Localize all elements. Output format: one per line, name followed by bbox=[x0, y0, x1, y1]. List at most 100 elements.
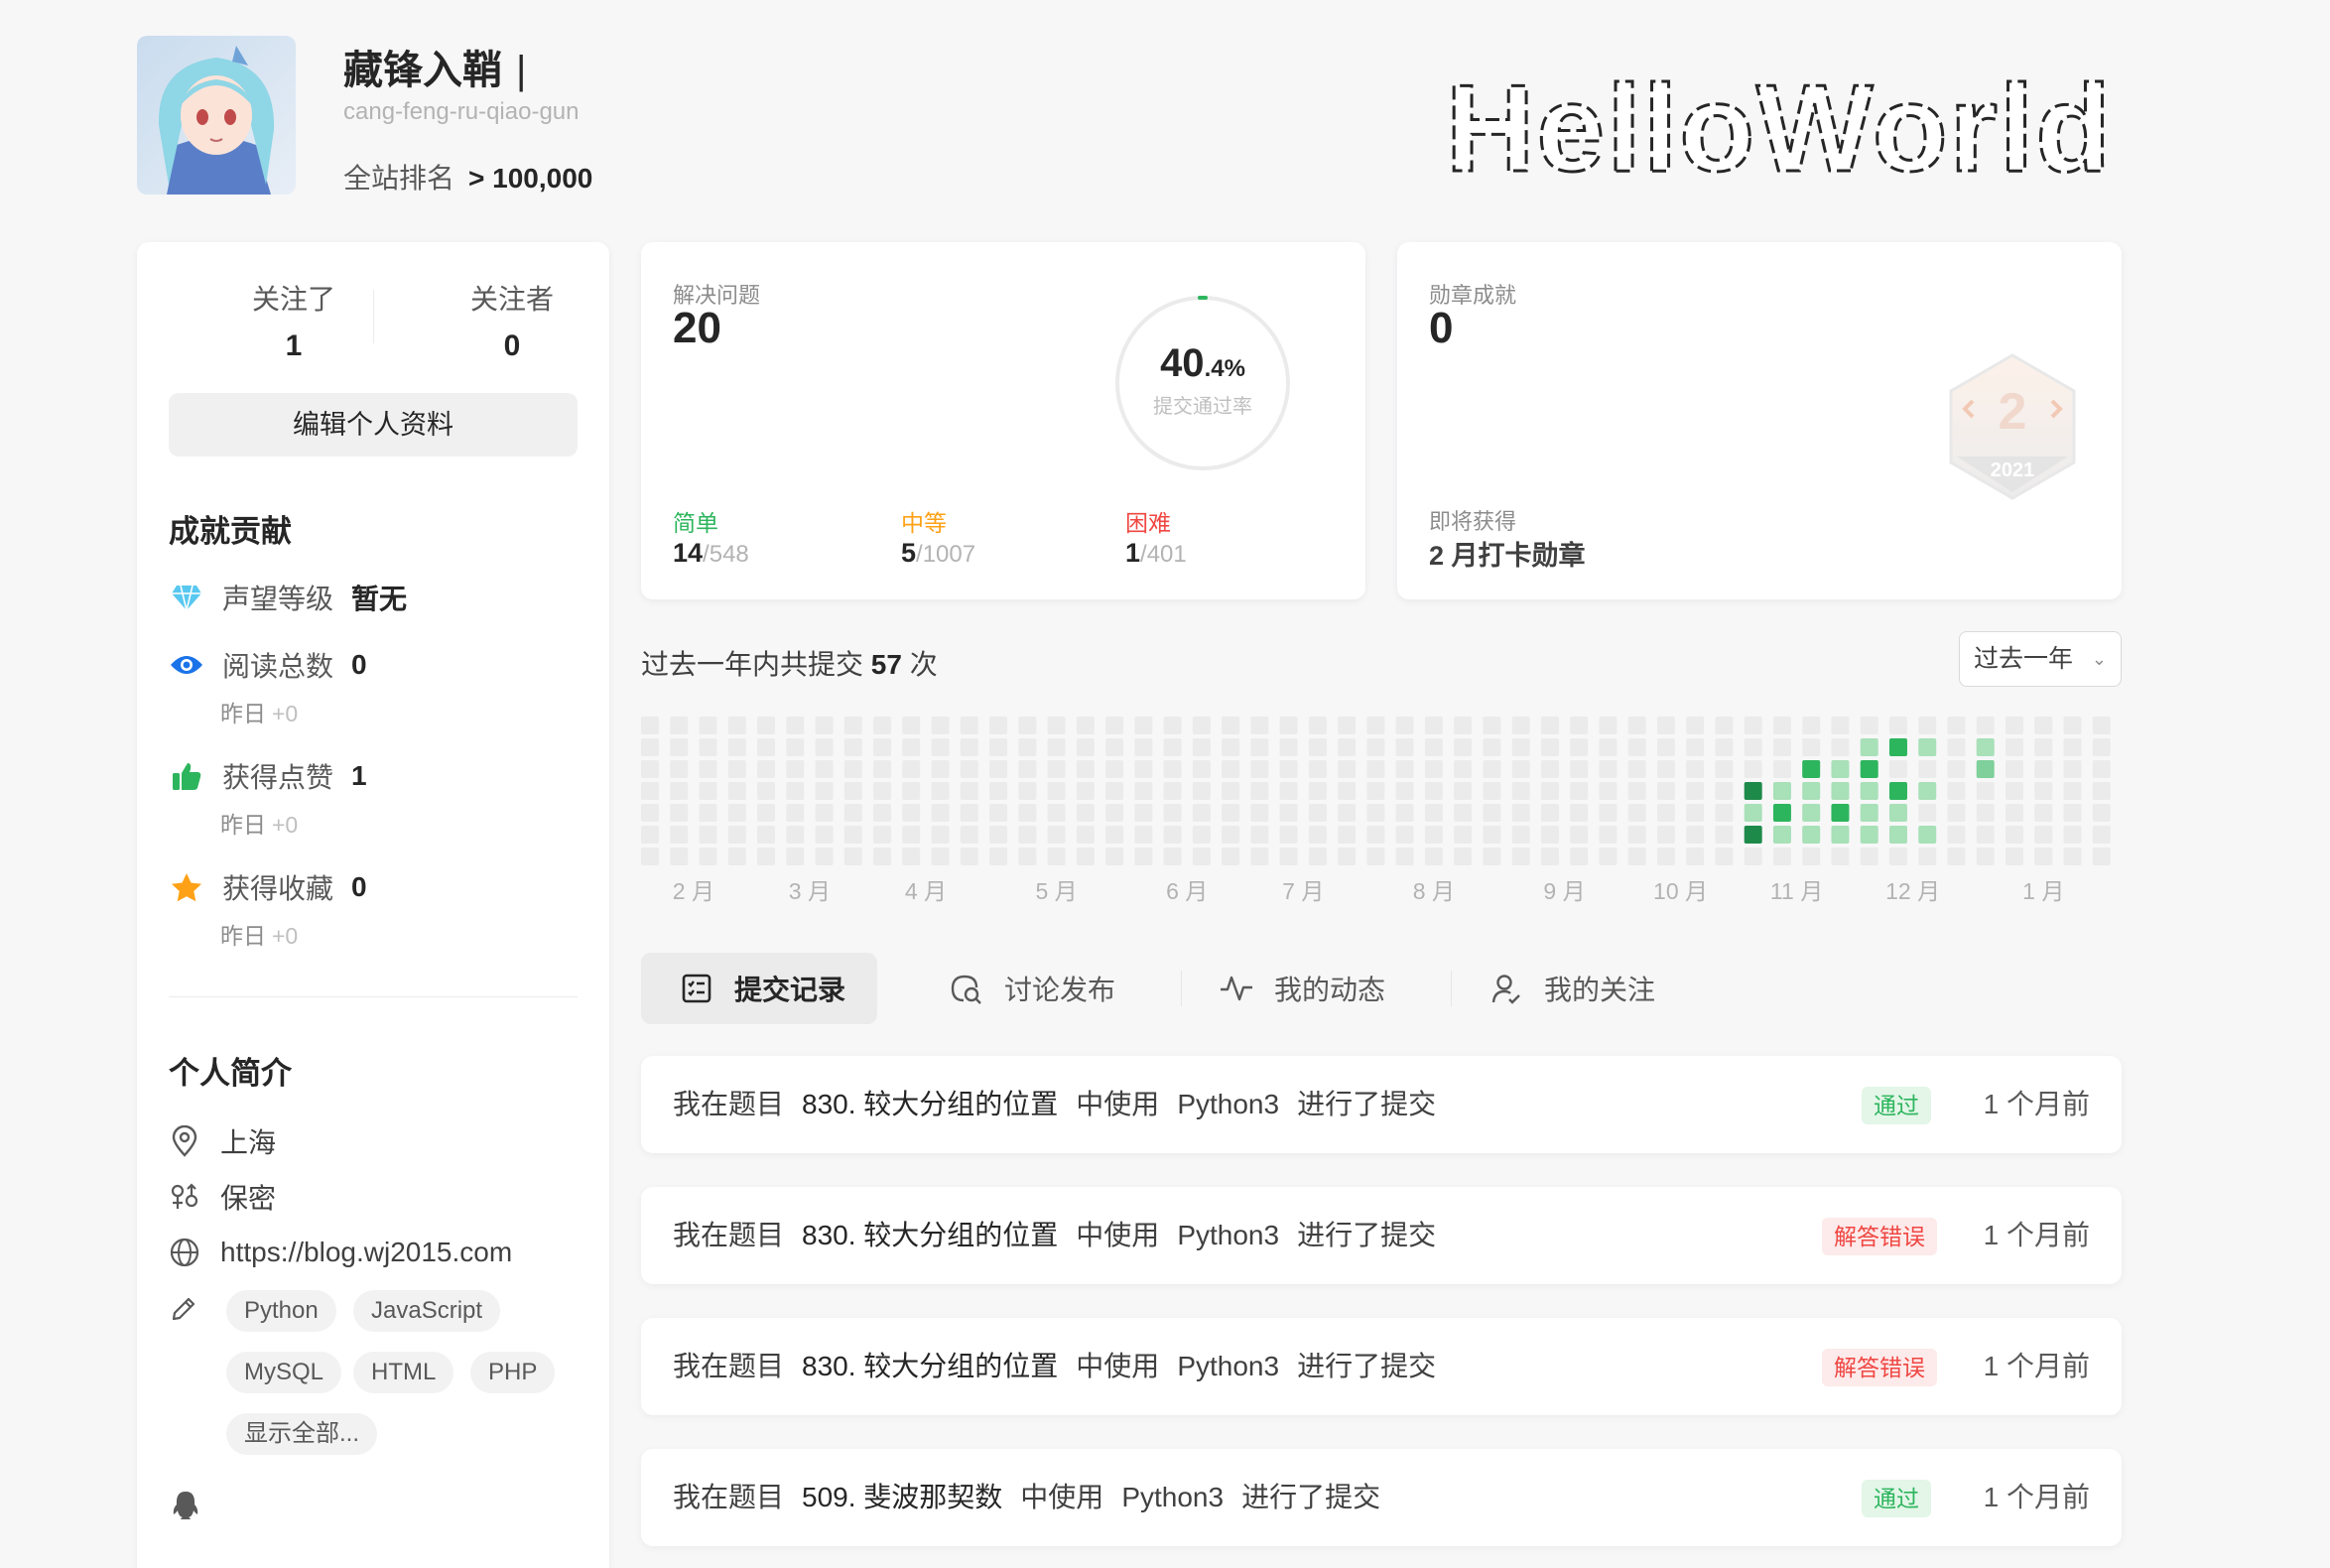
heatmap-cell[interactable] bbox=[1076, 804, 1095, 822]
heatmap-cell[interactable] bbox=[1018, 848, 1037, 865]
heatmap-cell[interactable] bbox=[1656, 738, 1675, 756]
heatmap-cell[interactable] bbox=[1424, 848, 1443, 865]
heatmap-cell[interactable] bbox=[1192, 717, 1211, 734]
heatmap-cell[interactable] bbox=[1918, 782, 1937, 800]
heatmap-cell[interactable] bbox=[1134, 804, 1153, 822]
heatmap-cell[interactable] bbox=[2092, 738, 2111, 756]
heatmap-cell[interactable] bbox=[1105, 782, 1124, 800]
heatmap-cell[interactable] bbox=[1279, 760, 1298, 778]
heatmap-cell[interactable] bbox=[960, 804, 978, 822]
heatmap-cell[interactable] bbox=[1627, 848, 1646, 865]
heatmap-cell[interactable] bbox=[1511, 848, 1530, 865]
heatmap-cell[interactable] bbox=[1570, 804, 1589, 822]
problem-link[interactable]: 509. 斐波那契数 bbox=[802, 1482, 1002, 1512]
heatmap-cell[interactable] bbox=[1424, 826, 1443, 844]
heatmap-cell[interactable] bbox=[1918, 717, 1937, 734]
heatmap-cell[interactable] bbox=[1976, 848, 1995, 865]
heatmap-cell[interactable] bbox=[1222, 717, 1240, 734]
heatmap-cell[interactable] bbox=[1338, 717, 1357, 734]
heatmap-cell[interactable] bbox=[902, 738, 921, 756]
heatmap-cell[interactable] bbox=[1308, 717, 1327, 734]
heatmap-cell[interactable] bbox=[1163, 804, 1182, 822]
heatmap-cell[interactable] bbox=[1860, 826, 1878, 844]
heatmap-cell[interactable] bbox=[1540, 760, 1559, 778]
submission-row[interactable]: 我在题目 830. 较大分组的位置 中使用 Python3 进行了提交 解答错误 1 个… bbox=[641, 1187, 2122, 1284]
heatmap-cell[interactable] bbox=[1831, 804, 1850, 822]
heatmap-cell[interactable] bbox=[1454, 826, 1473, 844]
heatmap-cell[interactable] bbox=[2063, 848, 2082, 865]
heatmap-cell[interactable] bbox=[1018, 760, 1037, 778]
heatmap-cell[interactable] bbox=[1715, 738, 1734, 756]
heatmap-cell[interactable] bbox=[1947, 848, 1966, 865]
heatmap-cell[interactable] bbox=[1715, 826, 1734, 844]
heatmap-cell[interactable] bbox=[1222, 738, 1240, 756]
heatmap-cell[interactable] bbox=[1976, 760, 1995, 778]
heatmap-cell[interactable] bbox=[1338, 738, 1357, 756]
heatmap-cell[interactable] bbox=[1279, 826, 1298, 844]
heatmap-cell[interactable] bbox=[989, 738, 1008, 756]
heatmap-cell[interactable] bbox=[1424, 782, 1443, 800]
heatmap-cell[interactable] bbox=[843, 738, 862, 756]
heatmap-cell[interactable] bbox=[873, 760, 892, 778]
heatmap-cell[interactable] bbox=[1599, 760, 1618, 778]
heatmap-cell[interactable] bbox=[670, 826, 689, 844]
heatmap-cell[interactable] bbox=[1918, 804, 1937, 822]
heatmap-cell[interactable] bbox=[1599, 782, 1618, 800]
heatmap-cell[interactable] bbox=[1424, 738, 1443, 756]
heatmap-cell[interactable] bbox=[699, 848, 717, 865]
heatmap-cell[interactable] bbox=[1105, 804, 1124, 822]
heatmap-cell[interactable] bbox=[670, 804, 689, 822]
heatmap-cell[interactable] bbox=[989, 826, 1008, 844]
problem-link[interactable]: 830. 较大分组的位置 bbox=[802, 1220, 1058, 1250]
heatmap-cell[interactable] bbox=[1570, 717, 1589, 734]
heatmap-cell[interactable] bbox=[1599, 717, 1618, 734]
heatmap-cell[interactable] bbox=[1831, 738, 1850, 756]
heatmap-cell[interactable] bbox=[873, 804, 892, 822]
heatmap-cell[interactable] bbox=[1018, 738, 1037, 756]
heatmap-cell[interactable] bbox=[2092, 804, 2111, 822]
heatmap-cell[interactable] bbox=[1424, 717, 1443, 734]
tab-activity[interactable]: 我的动态 bbox=[1219, 953, 1385, 1024]
heatmap-cell[interactable] bbox=[1483, 760, 1501, 778]
heatmap-cell[interactable] bbox=[1627, 760, 1646, 778]
heatmap-cell[interactable] bbox=[786, 848, 805, 865]
heatmap-cell[interactable] bbox=[786, 782, 805, 800]
heatmap-cell[interactable] bbox=[1599, 738, 1618, 756]
heatmap-cell[interactable] bbox=[2034, 717, 2053, 734]
heatmap-cell[interactable] bbox=[1134, 848, 1153, 865]
heatmap-cell[interactable] bbox=[1250, 717, 1269, 734]
heatmap-cell[interactable] bbox=[1511, 738, 1530, 756]
heatmap-cell[interactable] bbox=[1599, 826, 1618, 844]
heatmap-cell[interactable] bbox=[815, 760, 834, 778]
time-range-select[interactable]: 过去一年 ⌄ bbox=[1959, 631, 2122, 687]
heatmap-cell[interactable] bbox=[757, 848, 776, 865]
heatmap-cell[interactable] bbox=[1395, 760, 1414, 778]
heatmap-cell[interactable] bbox=[1424, 760, 1443, 778]
heatmap-cell[interactable] bbox=[960, 760, 978, 778]
heatmap-cell[interactable] bbox=[1134, 782, 1153, 800]
heatmap-cell[interactable] bbox=[815, 826, 834, 844]
heatmap-cell[interactable] bbox=[727, 760, 746, 778]
heatmap-cell[interactable] bbox=[1279, 848, 1298, 865]
heatmap-cell[interactable] bbox=[786, 826, 805, 844]
heatmap-cell[interactable] bbox=[1570, 760, 1589, 778]
heatmap-cell[interactable] bbox=[641, 738, 659, 756]
heatmap-cell[interactable] bbox=[699, 717, 717, 734]
heatmap-cell[interactable] bbox=[2092, 826, 2111, 844]
skill-tag[interactable]: JavaScript bbox=[353, 1290, 501, 1332]
heatmap-cell[interactable] bbox=[1366, 717, 1385, 734]
heatmap-cell[interactable] bbox=[1308, 848, 1327, 865]
heatmap-cell[interactable] bbox=[931, 804, 950, 822]
heatmap-cell[interactable] bbox=[1047, 782, 1066, 800]
heatmap-cell[interactable] bbox=[1947, 738, 1966, 756]
heatmap-cell[interactable] bbox=[2092, 760, 2111, 778]
heatmap-cell[interactable] bbox=[1338, 760, 1357, 778]
heatmap-cell[interactable] bbox=[1744, 782, 1762, 800]
submission-row[interactable]: 我在题目 830. 较大分组的位置 中使用 Python3 进行了提交 解答错误 1 个… bbox=[641, 1318, 2122, 1415]
heatmap-cell[interactable] bbox=[786, 738, 805, 756]
heatmap-cell[interactable] bbox=[1976, 804, 1995, 822]
heatmap-cell[interactable] bbox=[1918, 738, 1937, 756]
website-link[interactable]: https://blog.wj2015.com bbox=[220, 1237, 512, 1268]
heatmap-cell[interactable] bbox=[757, 760, 776, 778]
heatmap-cell[interactable] bbox=[1686, 717, 1705, 734]
